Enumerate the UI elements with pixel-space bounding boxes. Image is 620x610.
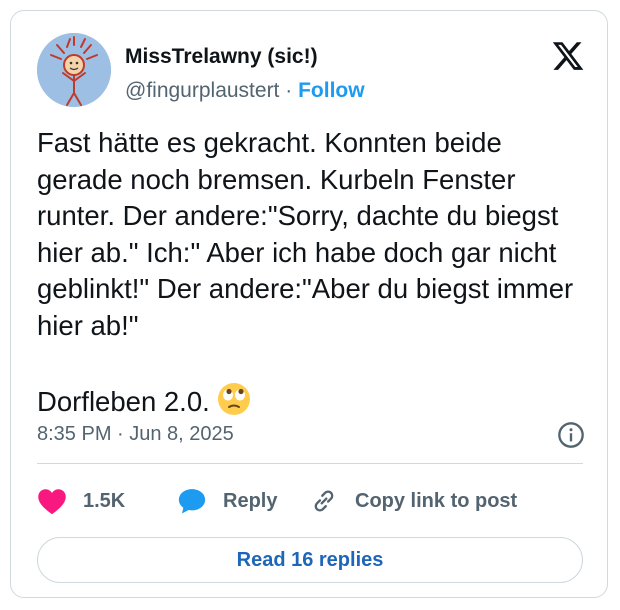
rolling-eyes-emoji-icon <box>216 381 252 427</box>
heart-icon <box>38 489 66 515</box>
tweet-body: Fast hätte es gekracht. Konnten beide ge… <box>37 125 587 426</box>
avatar-illustration <box>37 33 111 107</box>
handle-separator: · <box>285 79 293 102</box>
like-count: 1.5K <box>83 489 126 512</box>
tweet-card: MissTrelawny (sic!) @fingurplaustert · F… <box>10 10 608 598</box>
follow-link[interactable]: Follow <box>298 79 365 102</box>
read-replies-button[interactable]: Read 16 replies <box>37 537 583 583</box>
action-bar: 1.5K Reply Copy link to post <box>37 481 597 521</box>
like-button[interactable]: 1.5K <box>37 481 125 521</box>
author-handle[interactable]: @fingurplaustert <box>125 79 279 102</box>
handle-row: @fingurplaustert · Follow <box>125 79 365 103</box>
avatar[interactable] <box>37 33 111 107</box>
tweet-timestamp[interactable]: 8:35 PM · Jun 8, 2025 <box>37 423 234 446</box>
info-icon[interactable] <box>557 421 585 449</box>
x-logo-icon[interactable] <box>551 39 585 73</box>
tweet-text: Fast hätte es gekracht. Konnten beide ge… <box>37 127 574 417</box>
divider <box>37 463 583 464</box>
copy-link-label: Copy link to post <box>355 489 518 512</box>
reply-label: Reply <box>223 489 278 512</box>
copy-link-button[interactable]: Copy link to post <box>309 481 517 521</box>
link-icon <box>314 490 334 512</box>
reply-bubble-icon <box>178 489 206 514</box>
author-name[interactable]: MissTrelawny (sic!) <box>125 45 318 69</box>
reply-button[interactable]: Reply <box>177 481 277 521</box>
